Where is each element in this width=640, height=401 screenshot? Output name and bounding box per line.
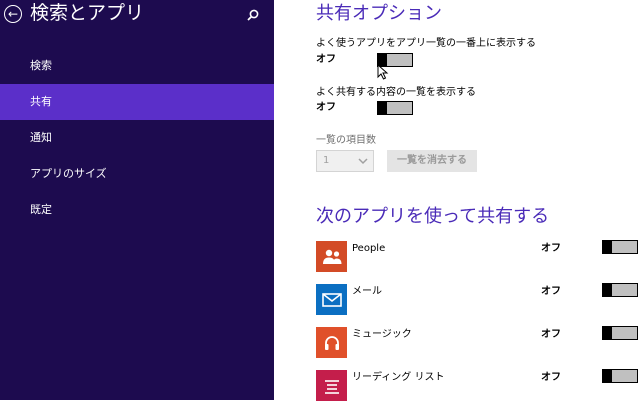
headphones-icon (316, 327, 347, 358)
frequent-content-label: よく共有する内容の一覧を表示する (316, 87, 476, 98)
app-name-people: People (352, 243, 386, 254)
sidebar-item-defaults[interactable]: 既定 (0, 192, 274, 228)
sidebar-item-share[interactable]: 共有 (0, 84, 274, 120)
frequent-apps-label: よく使うアプリをアプリ一覧の一番上に表示する (316, 38, 536, 49)
people-icon (316, 241, 347, 272)
back-arrow-icon: ← (7, 7, 19, 21)
sidebar-item-notifications[interactable]: 通知 (0, 120, 274, 156)
app-state-music: オフ (541, 329, 561, 340)
mouse-cursor-icon (377, 64, 389, 80)
app-name-reading-list: リーディング リスト (352, 372, 445, 383)
frequent-content-toggle[interactable] (377, 101, 413, 115)
app-state-reading-list: オフ (541, 372, 561, 383)
share-options-title: 共有オプション (316, 3, 442, 24)
music-toggle[interactable] (602, 326, 638, 340)
main-panel: 共有オプション よく使うアプリをアプリ一覧の一番上に表示する オフ よく共有する… (274, 0, 640, 401)
people-toggle[interactable] (602, 240, 638, 254)
mail-toggle[interactable] (602, 283, 638, 297)
sidebar: ← 検索とアプリ 検索 共有 通知 アプリのサイズ 既定 (0, 0, 274, 400)
back-button[interactable]: ← (4, 5, 22, 23)
app-state-people: オフ (541, 243, 561, 254)
sidebar-title: 検索とアプリ (30, 2, 145, 24)
share-apps-title: 次のアプリを使って共有する (316, 206, 550, 227)
mail-icon (316, 284, 347, 315)
app-name-music: ミュージック (352, 329, 412, 340)
list-count-value: 1 (323, 155, 330, 166)
app-state-mail: オフ (541, 286, 561, 297)
sidebar-item-search[interactable]: 検索 (0, 48, 274, 84)
search-icon[interactable] (246, 8, 260, 22)
list-count-select[interactable]: 1 (316, 150, 374, 172)
app-name-mail: メール (352, 286, 382, 297)
frequent-content-state: オフ (316, 102, 336, 113)
list-count-label: 一覧の項目数 (316, 135, 376, 146)
sidebar-item-app-sizes[interactable]: アプリのサイズ (0, 156, 274, 192)
clear-list-button[interactable]: 一覧を消去する (387, 150, 477, 172)
sidebar-nav: 検索 共有 通知 アプリのサイズ 既定 (0, 48, 274, 228)
chevron-down-icon (358, 158, 368, 165)
frequent-apps-state: オフ (316, 54, 336, 65)
reading-list-toggle[interactable] (602, 369, 638, 383)
reading-list-icon (316, 370, 347, 401)
